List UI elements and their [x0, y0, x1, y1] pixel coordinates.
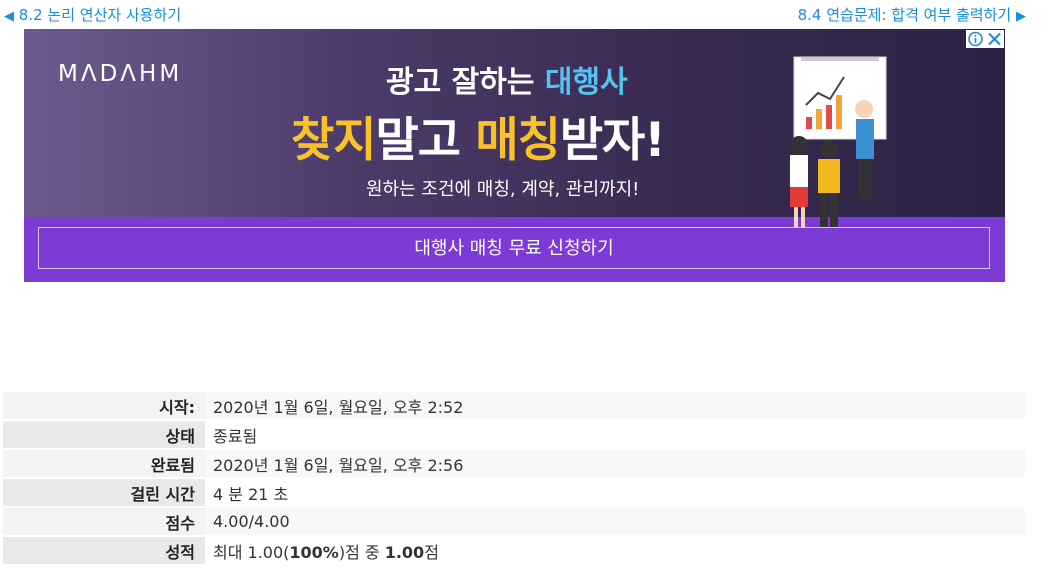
summary-row-completed: 완료됨 2020년 1월 6일, 월요일, 오후 2:56: [3, 450, 1025, 477]
ad-headline-1: 광고 잘하는 대행사: [386, 57, 628, 101]
triangle-right-icon: ▶: [1016, 9, 1026, 24]
summary-label: 점수: [3, 508, 205, 535]
summary-label: 시작:: [3, 392, 205, 419]
summary-label: 성적: [3, 537, 205, 564]
ad-cta-button[interactable]: 대행사 매칭 무료 신청하기: [38, 227, 990, 269]
quiz-summary-table: 시작: 2020년 1월 6일, 월요일, 오후 2:52 상태 종료됨 완료됨…: [3, 390, 1025, 566]
triangle-left-icon: ◀: [4, 9, 14, 24]
ad-headline-1-text: 광고 잘하는: [386, 65, 545, 100]
ad-logo: MΛDΛHM: [58, 61, 183, 87]
grade-middle: )점 중: [338, 542, 385, 562]
grade-percent: 100%: [289, 542, 339, 562]
prev-chapter-label: 8.2 논리 연산자 사용하기: [18, 6, 182, 24]
summary-row-time-taken: 걸린 시간 4 분 21 초: [3, 479, 1025, 506]
prev-chapter-link[interactable]: ◀ 8.2 논리 연산자 사용하기: [4, 4, 181, 28]
grade-score: 1.00: [384, 542, 425, 562]
ad-headline-2-highlight-1: 찾지: [291, 113, 376, 168]
summary-value: 2020년 1월 6일, 월요일, 오후 2:52: [205, 392, 1025, 419]
summary-row-grade: 성적 최대 1.00(100%)점 중 1.00점: [3, 537, 1025, 564]
summary-label: 상태: [3, 421, 205, 448]
grade-suffix: 점: [424, 542, 439, 562]
next-chapter-label: 8.4 연습문제: 합격 여부 출력하기: [797, 6, 1012, 24]
grade-prefix: 최대 1.00(: [213, 542, 290, 562]
ad-subtitle: 원하는 조건에 매칭, 계약, 관리까지!: [366, 179, 640, 200]
summary-value: 종료됨: [205, 421, 1025, 448]
ad-headline-2-text-1: 말고: [375, 113, 476, 168]
summary-value: 4.00/4.00: [205, 508, 1025, 535]
presentation-illustration: [790, 56, 887, 227]
summary-value: 4 분 21 초: [205, 479, 1025, 506]
ad-info-icon[interactable]: [966, 30, 985, 48]
summary-row-marks: 점수 4.00/4.00: [3, 508, 1025, 535]
summary-row-state: 상태 종료됨: [3, 421, 1025, 448]
ad-headline-2-highlight-2: 매칭: [475, 113, 560, 168]
advertisement-banner[interactable]: MΛDΛHM 광고 잘하는 대행사 찾지말고 매칭받자! 원하는 조건에 매칭,…: [24, 29, 1005, 282]
ad-headline-1-highlight: 대행사: [544, 65, 628, 100]
next-chapter-link[interactable]: 8.4 연습문제: 합격 여부 출력하기 ▶: [798, 4, 1026, 28]
summary-value: 최대 1.00(100%)점 중 1.00점: [205, 537, 1025, 564]
quiz-review-page: ◀ 8.2 논리 연산자 사용하기 8.4 연습문제: 합격 여부 출력하기 ▶…: [0, 0, 1048, 582]
ad-close-icon[interactable]: [985, 30, 1004, 48]
summary-label: 걸린 시간: [3, 479, 205, 506]
summary-label: 완료됨: [3, 450, 205, 477]
ad-headline-2: 찾지말고 매칭받자!: [291, 101, 666, 170]
summary-row-started: 시작: 2020년 1월 6일, 월요일, 오후 2:52: [3, 392, 1025, 419]
summary-value: 2020년 1월 6일, 월요일, 오후 2:56: [205, 450, 1025, 477]
ad-headline-2-text-2: 받자!: [559, 113, 666, 168]
